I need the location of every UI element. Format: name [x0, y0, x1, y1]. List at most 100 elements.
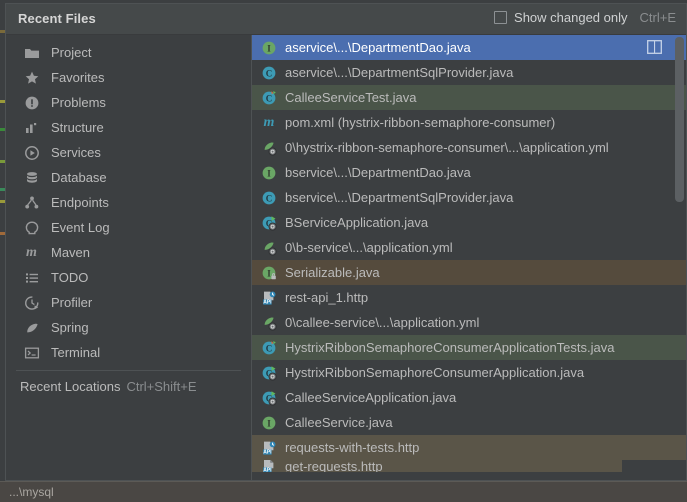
sidebar-item-project[interactable]: Project [6, 40, 251, 65]
services-play-icon [23, 145, 40, 161]
recent-file-name: HystrixRibbonSemaphoreConsumerApplicatio… [285, 365, 585, 380]
sidebar-item-spring[interactable]: Spring [6, 315, 251, 340]
status-bar-path: ...\mysql [9, 485, 54, 499]
sidebar-item-label: Problems [51, 95, 106, 110]
svg-text:C: C [266, 68, 273, 78]
java-interface-icon: I [260, 40, 278, 56]
sidebar-divider [16, 370, 241, 371]
folder-icon [23, 45, 40, 61]
recent-file-row[interactable]: 0\callee-service\...\application.yml [252, 310, 686, 335]
recent-file-name: HystrixRibbonSemaphoreConsumerApplicatio… [285, 340, 615, 355]
http-api-file-icon: API [260, 440, 278, 456]
svg-text:C: C [266, 93, 273, 103]
recent-file-row[interactable]: C HystrixRibbonSemaphoreConsumerApplicati… [252, 335, 686, 360]
files-scrollbar[interactable] [675, 35, 684, 480]
svg-text:I: I [267, 418, 271, 428]
sidebar-item-label: Services [51, 145, 101, 160]
recent-file-row[interactable]: I Serializable.java [252, 260, 686, 285]
spring-yaml-icon [260, 240, 278, 256]
recent-file-name: CalleeService.java [285, 415, 393, 430]
sidebar-item-problems[interactable]: Problems [6, 90, 251, 115]
recent-file-row[interactable]: Ibservice\...\DepartmentDao.java [252, 160, 686, 185]
show-changed-only-shortcut: Ctrl+E [639, 10, 676, 25]
sidebar-item-label: Structure [51, 120, 104, 135]
maven-pom-icon: m [263, 114, 275, 130]
recent-file-row[interactable]: Iaservice\...\DepartmentDao.java [252, 35, 686, 60]
problems-icon [23, 95, 40, 111]
recent-files-panel: Iaservice\...\DepartmentDao.java Caservic… [252, 35, 686, 480]
sidebar-item-endpoints[interactable]: Endpoints [6, 190, 251, 215]
svg-text:C: C [266, 343, 273, 353]
sidebar-item-event-log[interactable]: Event Log [6, 215, 251, 240]
svg-text:I: I [267, 168, 271, 178]
recent-files-popup: Recent Files Show changed only Ctrl+E Pr… [5, 3, 687, 481]
sidebar-item-favorites[interactable]: Favorites [6, 65, 251, 90]
structure-icon [23, 120, 40, 136]
recent-file-row[interactable]: I CalleeService.java [252, 410, 686, 435]
recent-file-row[interactable]: API rest-api_1.http [252, 285, 686, 310]
endpoints-icon [23, 195, 40, 211]
popup-header: Recent Files Show changed only Ctrl+E [6, 4, 686, 35]
recent-file-row[interactable]: API get-requests.http [252, 460, 622, 472]
sidebar-item-label: Maven [51, 245, 91, 260]
http-api-file-icon: API [260, 290, 278, 306]
sidebar-item-label: Event Log [51, 220, 110, 235]
recent-file-name: rest-api_1.http [285, 290, 369, 305]
recent-file-row[interactable]: 0\hystrix-ribbon-semaphore-consumer\...\… [252, 135, 686, 160]
java-class-icon: C [260, 190, 278, 206]
recent-file-row[interactable]: 0\b-service\...\application.yml [252, 235, 686, 260]
recent-file-row[interactable]: C CalleeServiceTest.java [252, 85, 686, 110]
sidebar-item-todo[interactable]: TODO [6, 265, 251, 290]
recent-file-row[interactable]: C BServiceApplication.java [252, 210, 686, 235]
sidebar-item-terminal[interactable]: Terminal [6, 340, 251, 365]
recent-file-name: CalleeServiceApplication.java [285, 390, 457, 405]
files-horizontal-scroll-track[interactable] [252, 472, 686, 480]
svg-text:I: I [267, 268, 271, 278]
show-changed-only-control[interactable]: Show changed only Ctrl+E [494, 10, 676, 25]
java-interface-locked-icon: I [260, 265, 278, 281]
terminal-icon [23, 345, 40, 361]
java-test-class-icon: C [260, 340, 278, 356]
java-interface-icon: I [260, 165, 278, 181]
sidebar-item-label: TODO [51, 270, 89, 285]
recent-file-row[interactable]: C CalleeServiceApplication.java [252, 385, 686, 410]
recent-file-name: bservice\...\DepartmentSqlProvider.java [285, 190, 514, 205]
files-scrollbar-thumb[interactable] [675, 37, 684, 202]
svg-text:I: I [267, 43, 271, 53]
recent-file-name: aservice\...\DepartmentSqlProvider.java [285, 65, 514, 80]
recent-files-list: Iaservice\...\DepartmentDao.java Caservic… [252, 35, 686, 480]
maven-m-icon: m [26, 244, 37, 260]
sidebar-item-database[interactable]: Database [6, 165, 251, 190]
recent-files-popup-screen: Recent Files Show changed only Ctrl+E Pr… [0, 0, 687, 502]
sidebar-item-maven[interactable]: m Maven [6, 240, 251, 265]
show-changed-only-label: Show changed only [514, 10, 628, 25]
sidebar-item-profiler[interactable]: Profiler [6, 290, 251, 315]
recent-file-row[interactable]: Cbservice\...\DepartmentSqlProvider.java [252, 185, 686, 210]
java-test-class-icon: C [260, 90, 278, 106]
split-vertically-icon[interactable] [647, 40, 662, 54]
recent-file-row[interactable]: C HystrixRibbonSemaphoreConsumerApplicati… [252, 360, 686, 385]
spring-boot-class-icon: C [260, 215, 278, 231]
tool-windows-list: Project Favorites Problems Structure Service… [6, 35, 251, 365]
recent-file-row[interactable]: m pom.xml (hystrix-ribbon-semaphore-consu… [252, 110, 686, 135]
todo-list-icon [23, 270, 40, 286]
recent-file-name: 0\hystrix-ribbon-semaphore-consumer\...\… [285, 140, 609, 155]
recent-file-name: aservice\...\DepartmentDao.java [285, 40, 471, 55]
recent-locations-item[interactable]: Recent Locations Ctrl+Shift+E [6, 375, 251, 397]
sidebar-item-services[interactable]: Services [6, 140, 251, 165]
recent-locations-shortcut: Ctrl+Shift+E [126, 378, 197, 394]
recent-file-row[interactable]: Caservice\...\DepartmentSqlProvider.java [252, 60, 686, 85]
recent-file-name: get-requests.http [285, 460, 383, 472]
recent-file-row[interactable]: API requests-with-tests.http [252, 435, 686, 460]
tool-windows-panel: Project Favorites Problems Structure Service… [6, 35, 251, 480]
sidebar-item-label: Database [51, 170, 107, 185]
sidebar-item-label: Endpoints [51, 195, 109, 210]
recent-file-name: bservice\...\DepartmentDao.java [285, 165, 471, 180]
recent-locations-label: Recent Locations [20, 378, 121, 394]
show-changed-only-checkbox[interactable] [494, 11, 508, 24]
spring-yaml-icon [260, 140, 278, 156]
recent-file-name: pom.xml (hystrix-ribbon-semaphore-consum… [285, 115, 556, 130]
event-log-icon [23, 220, 40, 236]
spring-yaml-icon [260, 315, 278, 331]
sidebar-item-structure[interactable]: Structure [6, 115, 251, 140]
